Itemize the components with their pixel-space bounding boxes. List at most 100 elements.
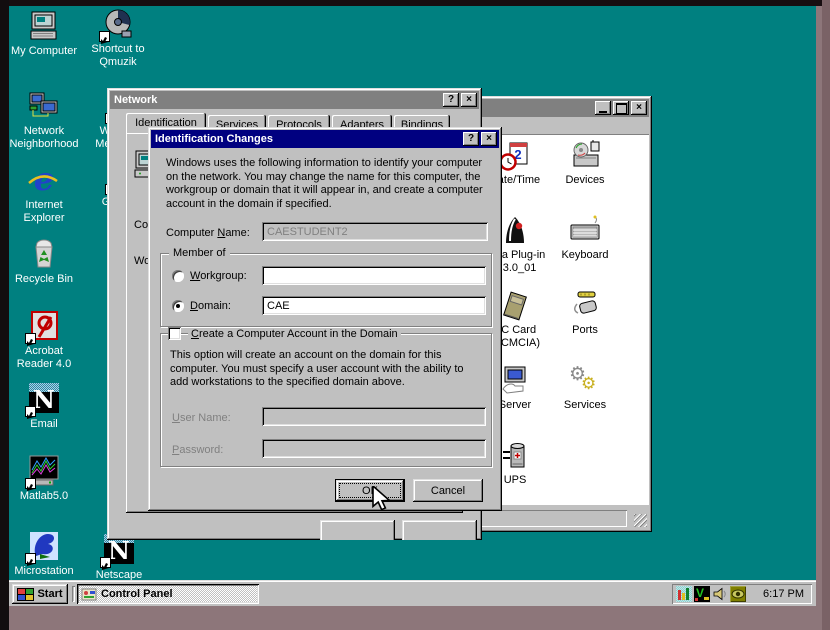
date-time-icon: 2: [498, 140, 532, 172]
dialog-title: Identification Changes: [153, 133, 461, 145]
internet-explorer-icon: e: [27, 164, 61, 196]
ok-button[interactable]: OK: [335, 479, 405, 502]
member-of-label: Member of: [169, 247, 230, 259]
help-button[interactable]: ?: [463, 132, 479, 146]
desktop-icon-label: Shortcut to Qmuzik: [83, 43, 153, 69]
dialog-description: Windows uses the following information t…: [166, 157, 488, 211]
desktop-icon-matlab[interactable]: Matlab5.0: [9, 455, 79, 503]
network-dialog-title: Network: [112, 94, 441, 106]
close-button[interactable]: ×: [631, 101, 647, 115]
cp-item-ports[interactable]: Ports: [553, 290, 617, 337]
display-eye-tray-icon[interactable]: [730, 586, 746, 602]
cp-item-label: Services: [553, 399, 617, 412]
desktop-icon-acrobat[interactable]: Acrobat Reader 4.0: [9, 310, 79, 371]
cp-item-label: Ports: [553, 324, 617, 337]
member-of-group: Member of: [160, 253, 492, 327]
cp-item-services[interactable]: ⚙ ⚙ Services: [553, 365, 617, 412]
desktop-icon-label: Acrobat Reader 4.0: [9, 345, 79, 371]
desktop-icon-label: Network Neighborhood: [9, 125, 79, 151]
email-netscape-icon: N: [27, 383, 61, 415]
identification-changes-titlebar[interactable]: Identification Changes ? ×: [151, 130, 499, 148]
desktop-icon-label: Email: [9, 418, 79, 431]
computer-name-label: Computer Name:: [166, 227, 250, 239]
desktop-icon-netscape[interactable]: N Netscape: [84, 534, 154, 582]
domain-field[interactable]: CAE: [262, 296, 486, 315]
acrobat-reader-icon: [27, 310, 61, 342]
minimize-button[interactable]: [595, 101, 611, 115]
shortcut-arrow-icon: [25, 333, 36, 344]
resize-grip[interactable]: [634, 514, 647, 527]
cp-item-keyboard[interactable]: Keyboard: [553, 215, 617, 262]
desktop-icon-label: Matlab5.0: [9, 490, 79, 503]
cp-item-label: Keyboard: [553, 249, 617, 262]
desktop-icon-label: Internet Explorer: [9, 199, 79, 225]
workgroup-field[interactable]: [262, 266, 486, 285]
workgroup-label: Workgroup:: [190, 270, 247, 282]
control-panel-task-icon: [81, 586, 97, 602]
shortcut-arrow-icon: [25, 478, 36, 489]
server-icon: [498, 365, 532, 397]
ports-icon: [568, 290, 602, 322]
devices-icon: [568, 140, 602, 172]
maximize-button[interactable]: [613, 101, 629, 115]
task-button-control-panel[interactable]: Control Panel: [77, 584, 259, 604]
taskbar: Start Control Panel V: [9, 580, 816, 606]
computer-name-field: CAESTUDENT2: [262, 222, 488, 241]
shortcut-arrow-icon: [25, 553, 36, 564]
desktop: My Computer Shortcut to Qmuzik Network N…: [9, 6, 816, 606]
qmuzik-icon: [101, 8, 135, 40]
desktop-icon-network-neighborhood[interactable]: Network Neighborhood: [9, 90, 79, 151]
desktop-icon-internet-explorer[interactable]: e Internet Explorer: [9, 164, 79, 225]
desktop-icon-microstation[interactable]: Microstation: [9, 530, 79, 578]
java-duke-icon: [498, 215, 532, 247]
domain-label: Domain:: [190, 300, 231, 312]
network-ok-button[interactable]: [320, 520, 395, 540]
workgroup-radio[interactable]: [172, 270, 184, 282]
shortcut-arrow-icon: [99, 31, 110, 42]
desktop-icon-label: My Computer: [9, 45, 79, 58]
password-field: [262, 439, 486, 458]
help-button[interactable]: ?: [443, 93, 459, 107]
shortcut-arrow-icon: [100, 557, 111, 568]
desktop-icon-email[interactable]: N Email: [9, 383, 79, 431]
close-button[interactable]: ×: [481, 132, 497, 146]
monitor-bezel-right: [822, 0, 830, 630]
identification-changes-dialog: Identification Changes ? × Windows uses …: [148, 127, 502, 511]
domain-radio[interactable]: [172, 300, 184, 312]
network-titlebar[interactable]: Network ? ×: [110, 91, 479, 109]
desktop-icon-qmuzik[interactable]: Shortcut to Qmuzik: [83, 8, 153, 69]
meter-tray-icon[interactable]: [676, 586, 692, 602]
taskbar-divider: [72, 586, 75, 602]
monitor-bezel-left: [0, 0, 9, 630]
create-account-label: Create a Computer Account in the Domain: [188, 328, 401, 340]
create-account-checkbox[interactable]: [168, 327, 181, 340]
user-name-label: User Name:: [172, 412, 231, 424]
close-button[interactable]: ×: [461, 93, 477, 107]
ups-battery-icon: [498, 440, 532, 472]
shortcut-arrow-icon: [25, 406, 36, 417]
windows-logo-icon: [17, 588, 34, 601]
cp-item-label: Devices: [553, 174, 617, 187]
password-label: Password:: [172, 444, 223, 456]
desktop-icon-my-computer[interactable]: My Computer: [9, 10, 79, 58]
desktop-icon-recycle-bin[interactable]: Recycle Bin: [9, 238, 79, 286]
create-account-description: This option will create an account on th…: [170, 349, 472, 390]
volume-tray-icon[interactable]: [712, 586, 728, 602]
recycle-bin-icon: [27, 238, 61, 270]
antivirus-tray-icon[interactable]: V: [694, 586, 710, 602]
taskbar-clock: 6:17 PM: [748, 588, 812, 600]
keyboard-icon: [568, 215, 602, 247]
desktop-icon-label: Microstation: [9, 565, 79, 578]
system-tray: V 6:17 PM: [672, 584, 812, 604]
services-gears-icon: ⚙ ⚙: [568, 365, 602, 397]
my-computer-icon: [27, 10, 61, 42]
desktop-icon-label: Recycle Bin: [9, 273, 79, 286]
start-button[interactable]: Start: [12, 584, 68, 604]
network-cancel-button[interactable]: [402, 520, 477, 540]
cp-item-devices[interactable]: Devices: [553, 140, 617, 187]
network-neighborhood-icon: [27, 90, 61, 122]
matlab-icon: [27, 455, 61, 487]
pc-card-icon: [498, 290, 532, 322]
cancel-button[interactable]: Cancel: [413, 479, 483, 502]
user-name-field: [262, 407, 486, 426]
